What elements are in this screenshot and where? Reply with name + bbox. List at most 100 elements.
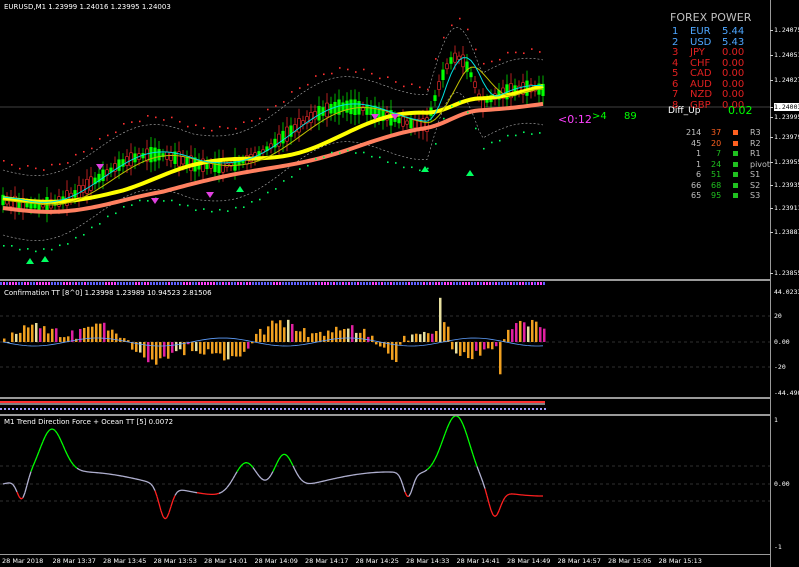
strip-dot bbox=[57, 282, 59, 285]
strip2-dot bbox=[448, 408, 450, 410]
support-dot bbox=[347, 149, 349, 152]
strip2-dot bbox=[44, 408, 46, 410]
strip-dot bbox=[69, 282, 71, 285]
fast-moving-average bbox=[2, 83, 544, 204]
price-chart-pane[interactable]: EURUSD,M1 1.23999 1.24016 1.23995 1.2400… bbox=[0, 0, 770, 279]
strip2-dot bbox=[304, 408, 306, 410]
trend-force-segment bbox=[78, 468, 82, 471]
support-dot bbox=[315, 158, 317, 160]
strip2-dot bbox=[344, 408, 346, 410]
trend-force-segment bbox=[232, 474, 236, 479]
indicator1-axis-label: 20 bbox=[774, 312, 782, 320]
strip-dot bbox=[447, 282, 449, 285]
trend-force-segment bbox=[62, 445, 66, 451]
trend-direction-force-svg bbox=[0, 416, 770, 520]
strip-dot bbox=[303, 282, 305, 285]
strip2-dot bbox=[356, 408, 358, 410]
trend-force-segment bbox=[426, 467, 430, 471]
pivot-count-a: 1 bbox=[696, 159, 702, 169]
candle-body bbox=[89, 176, 93, 191]
histogram-bar bbox=[475, 342, 478, 351]
pane-separator bbox=[0, 554, 799, 555]
strip-dot bbox=[78, 282, 80, 285]
strip2-dot bbox=[400, 408, 402, 410]
strip-dot bbox=[462, 282, 464, 285]
trend-force-segment bbox=[170, 500, 174, 507]
support-dot bbox=[195, 209, 197, 212]
strip2-dot bbox=[160, 408, 162, 410]
trend-force-segment bbox=[146, 481, 150, 484]
strip-dot bbox=[348, 282, 350, 285]
price-axis-label: 1.23887 bbox=[774, 228, 799, 236]
trend-force-segment bbox=[500, 500, 504, 506]
histogram-bar bbox=[339, 330, 342, 342]
histogram-bar bbox=[259, 328, 262, 342]
strip-dot bbox=[309, 282, 311, 285]
histogram-bar bbox=[251, 342, 254, 344]
trend-force-segment bbox=[480, 476, 484, 483]
strip-dot bbox=[21, 282, 23, 285]
price-axis-label: 1.23855 bbox=[774, 269, 799, 277]
strip-dot bbox=[285, 282, 287, 285]
strip2-dot bbox=[276, 408, 278, 410]
strip-dot bbox=[105, 282, 107, 285]
support-dot bbox=[299, 168, 301, 170]
strip-dot bbox=[339, 282, 341, 285]
histogram-bar bbox=[195, 342, 198, 352]
candle-body bbox=[453, 52, 457, 63]
strip-dot bbox=[468, 282, 470, 285]
time-axis-label: 28 Mar 13:53 bbox=[153, 557, 197, 565]
trend-force-segment bbox=[238, 465, 242, 469]
strip-dot bbox=[276, 282, 278, 285]
confirmation-indicator-pane[interactable]: Confirmation TT [8^0] 1.23998 1.23989 10… bbox=[0, 287, 770, 397]
strip2-dot bbox=[412, 408, 414, 410]
indicator2-axis-label: 1 bbox=[774, 416, 778, 424]
time-axis-label: 28 Mar 13:45 bbox=[103, 557, 147, 565]
strip-dot bbox=[435, 282, 437, 285]
strip-dot bbox=[198, 282, 200, 285]
resistance-dot bbox=[267, 108, 269, 111]
strip2-dot bbox=[120, 408, 122, 410]
pivot-label: R3 bbox=[750, 128, 761, 137]
strip2-dot bbox=[312, 408, 314, 410]
trend-force-segment bbox=[240, 463, 244, 467]
strip2-dot bbox=[244, 408, 246, 410]
strip2-dot bbox=[0, 408, 2, 410]
strip2-dot bbox=[384, 408, 386, 410]
strip2-dot bbox=[208, 408, 210, 410]
trend-force-segment bbox=[502, 497, 506, 502]
histogram-bar bbox=[375, 342, 378, 345]
indicator2-axis-label: 0.00 bbox=[774, 480, 790, 488]
histogram-bar bbox=[419, 334, 422, 342]
strip2-dot bbox=[460, 408, 462, 410]
pivot-count-a: 45 bbox=[691, 138, 702, 148]
histogram-bar bbox=[263, 334, 266, 342]
resistance-dot bbox=[211, 129, 213, 132]
forex-power-rank: 3 bbox=[672, 47, 679, 58]
support-dot bbox=[419, 169, 421, 172]
pivot-label: S3 bbox=[750, 191, 761, 200]
strip-dot bbox=[456, 282, 458, 285]
strip-dot bbox=[210, 282, 212, 285]
strip2-dot bbox=[396, 408, 398, 410]
trend-force-segment bbox=[14, 487, 18, 493]
strip2-dot bbox=[500, 408, 502, 410]
strip2-dot bbox=[316, 408, 318, 410]
trend-force-segment bbox=[438, 444, 442, 451]
histogram-bar bbox=[399, 342, 402, 345]
strip2-dot bbox=[16, 408, 18, 410]
strip2-dot bbox=[372, 408, 374, 410]
trend-force-segment bbox=[488, 503, 492, 511]
trend-direction-force-pane[interactable]: M1 Trend Direction Force + Ocean TT [5] … bbox=[0, 416, 770, 554]
strip-dot bbox=[72, 282, 74, 285]
resistance-dot bbox=[419, 86, 421, 89]
support-dot bbox=[459, 100, 461, 103]
strip2-dot bbox=[132, 408, 134, 410]
histogram-bar bbox=[199, 342, 202, 354]
trend-force-segment bbox=[408, 492, 412, 497]
histogram-bar bbox=[171, 342, 174, 353]
strip-dot bbox=[471, 282, 473, 285]
resistance-dot bbox=[163, 119, 165, 121]
candle-body bbox=[209, 163, 213, 169]
strip2-dot bbox=[200, 408, 202, 410]
